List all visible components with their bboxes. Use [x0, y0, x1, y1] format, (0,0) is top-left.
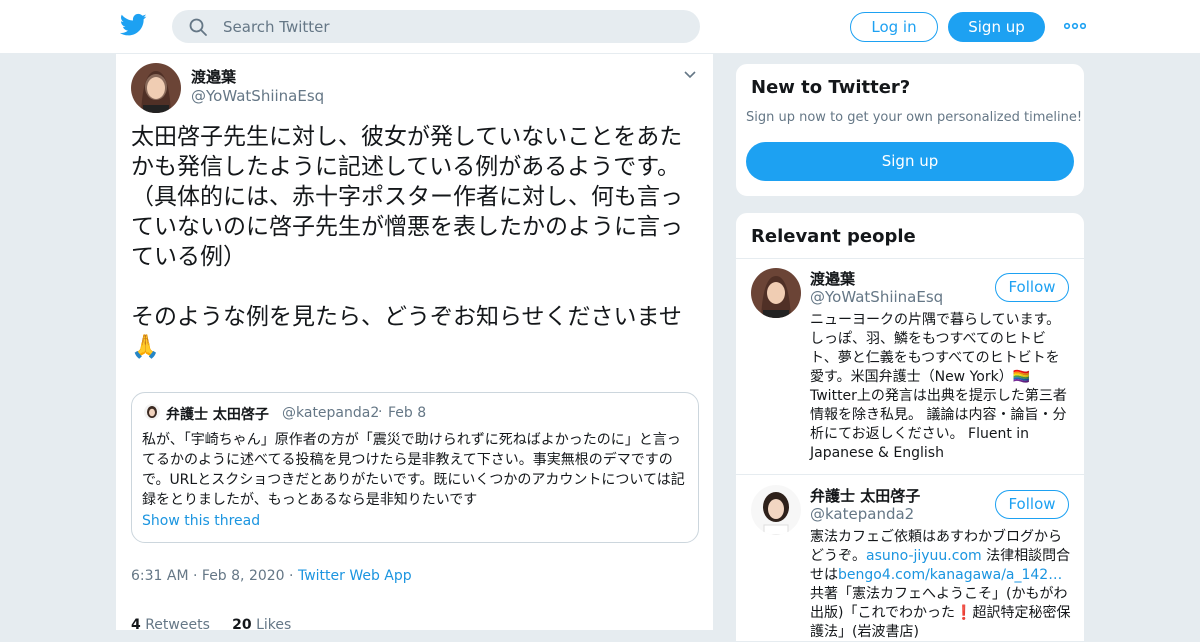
show-thread-link[interactable]: Show this thread: [142, 513, 260, 529]
search-input[interactable]: Search Twitter: [223, 18, 330, 36]
separator-dot: ·: [378, 404, 383, 420]
bio-link[interactable]: asuno-jiyuu.com: [866, 548, 982, 564]
follow-button[interactable]: Follow: [995, 490, 1069, 519]
person-avatar[interactable]: [751, 268, 801, 318]
person-handle[interactable]: @YoWatShiinaEsq: [810, 288, 943, 306]
person-name[interactable]: 渡邉葉: [810, 268, 855, 289]
bio-link[interactable]: bengo4.com/kanagawa/a_142…: [838, 567, 1062, 583]
tweet-time[interactable]: 6:31 AM: [131, 568, 189, 584]
separator-dot: ·: [289, 568, 298, 584]
author-avatar[interactable]: [131, 63, 181, 113]
divider: [736, 258, 1084, 259]
person-avatar[interactable]: [751, 485, 801, 535]
person-name[interactable]: 弁護士 太田啓子: [810, 485, 920, 506]
person-bio: ニューヨークの片隅で暮らしています。しっぽ、羽、鱗をもつすべてのヒトビト、夢と仁…: [810, 312, 1067, 461]
quoted-author-name: 弁護士 太田啓子: [166, 407, 269, 423]
quoted-date: Feb 8: [388, 405, 427, 421]
separator-dot: ·: [193, 568, 202, 584]
more-options-icon[interactable]: [1064, 18, 1086, 34]
likes-count: 20: [232, 617, 252, 633]
tweet-meta: 6:31 AM · Feb 8, 2020 · Twitter Web App: [131, 568, 412, 584]
signup-button[interactable]: Sign up: [948, 12, 1045, 42]
relevant-people-title: Relevant people: [751, 226, 916, 247]
person-bio-text: 共著「憲法カフェへようこそ」(かもがわ出版)「これでわかった❗超訳特定秘密保護法…: [810, 586, 1071, 640]
likes-stat[interactable]: 20 Likes: [232, 617, 291, 633]
tweet-card: 渡邉葉 @YoWatShiinaEsq 太田啓子先生に対し、彼女が発していないこ…: [115, 54, 714, 633]
tweet-stats: 4 Retweets 20 Likes: [131, 617, 291, 633]
author-name[interactable]: 渡邉葉: [191, 66, 236, 87]
quoted-author-avatar: [144, 404, 160, 420]
quoted-text: 私が、「宇崎ちゃん」原作者の方が「震災で助けられずに死ねばよかったのに」と言って…: [142, 432, 685, 508]
tweet-source-link[interactable]: Twitter Web App: [298, 568, 412, 584]
person-bio: 憲法カフェご依頼はあすわかブログからどうぞ。asuno-jiyuu.com 法律…: [810, 528, 1072, 642]
follow-button[interactable]: Follow: [995, 273, 1069, 302]
tweet-text: 太田啓子先生に対し、彼女が発していないことをあたかも発信したように記述している例…: [131, 124, 683, 360]
search-box[interactable]: Search Twitter: [172, 10, 700, 43]
retweets-label: Retweets: [145, 617, 210, 633]
person-handle[interactable]: @katepanda2: [810, 505, 914, 523]
search-icon: [189, 18, 207, 36]
quoted-author-handle: @katepanda2: [282, 405, 380, 421]
quoted-tweet[interactable]: 弁護士 太田啓子 @katepanda2 · Feb 8 私が、「宇崎ちゃん」原…: [131, 392, 699, 543]
new-to-twitter-title: New to Twitter?: [751, 77, 911, 98]
divider: [736, 474, 1084, 475]
relevant-people-panel: Relevant people 渡邉葉 @YoWatShiinaEsq Foll…: [735, 212, 1085, 642]
new-to-twitter-subtitle: Sign up now to get your own personalized…: [746, 110, 1083, 125]
retweets-count: 4: [131, 617, 141, 633]
chevron-down-icon[interactable]: [684, 70, 696, 80]
likes-label: Likes: [256, 617, 292, 633]
author-handle[interactable]: @YoWatShiinaEsq: [191, 87, 324, 105]
login-button[interactable]: Log in: [850, 12, 938, 42]
twitter-bird-icon[interactable]: [120, 13, 147, 37]
retweets-stat[interactable]: 4 Retweets: [131, 617, 210, 633]
top-bar: Search Twitter Log in Sign up: [0, 0, 1200, 54]
tweet-date[interactable]: Feb 8, 2020: [202, 568, 285, 584]
new-to-twitter-panel: New to Twitter? Sign up now to get your …: [735, 63, 1085, 197]
sidebar-signup-button[interactable]: Sign up: [746, 142, 1074, 181]
